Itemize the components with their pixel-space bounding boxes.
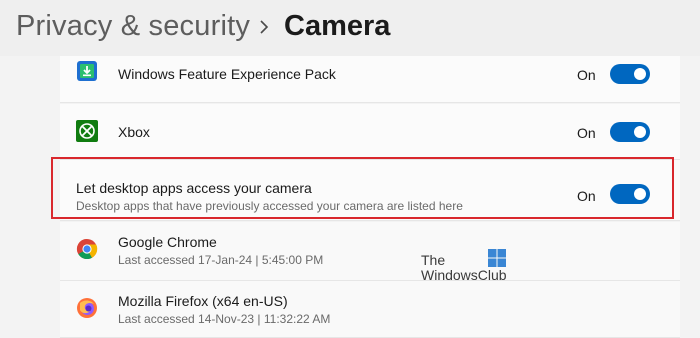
chevron-right-icon (260, 20, 269, 34)
camera-toggle-feature-pack[interactable] (610, 64, 650, 84)
desktop-app-row-firefox: Mozilla Firefox (x64 en-US) Last accesse… (60, 281, 680, 338)
xbox-icon (76, 120, 98, 142)
last-accessed-text: Last accessed 14-Nov-23 | 11:32:22 AM (118, 312, 331, 326)
camera-toggle-xbox[interactable] (610, 122, 650, 142)
chrome-icon (76, 238, 98, 260)
watermark-logo-icon (488, 249, 506, 267)
page-title: Camera (284, 10, 391, 42)
desktop-app-row-chrome: Google Chrome Last accessed 17-Jan-24 | … (60, 222, 680, 281)
breadcrumb-parent[interactable]: Privacy & security (16, 10, 250, 43)
app-row-feature-pack: Windows Feature Experience Pack On (60, 56, 680, 103)
toggle-state-label: On (577, 125, 596, 141)
toggle-state-label: On (577, 67, 596, 83)
highlight-box (51, 157, 674, 219)
app-name: Google Chrome (118, 234, 217, 250)
watermark-line2: WindowsClub (421, 267, 507, 283)
app-name: Xbox (118, 124, 150, 140)
feature-pack-icon (77, 61, 97, 81)
app-row-xbox: Xbox On (60, 104, 680, 160)
firefox-icon (77, 298, 97, 318)
toggle-knob (634, 126, 646, 138)
toggle-knob (634, 68, 646, 80)
last-accessed-text: Last accessed 17-Jan-24 | 5:45:00 PM (118, 253, 324, 267)
app-name: Windows Feature Experience Pack (118, 66, 336, 82)
breadcrumb: Privacy & security Camera (0, 0, 700, 56)
app-name: Mozilla Firefox (x64 en-US) (118, 293, 288, 309)
